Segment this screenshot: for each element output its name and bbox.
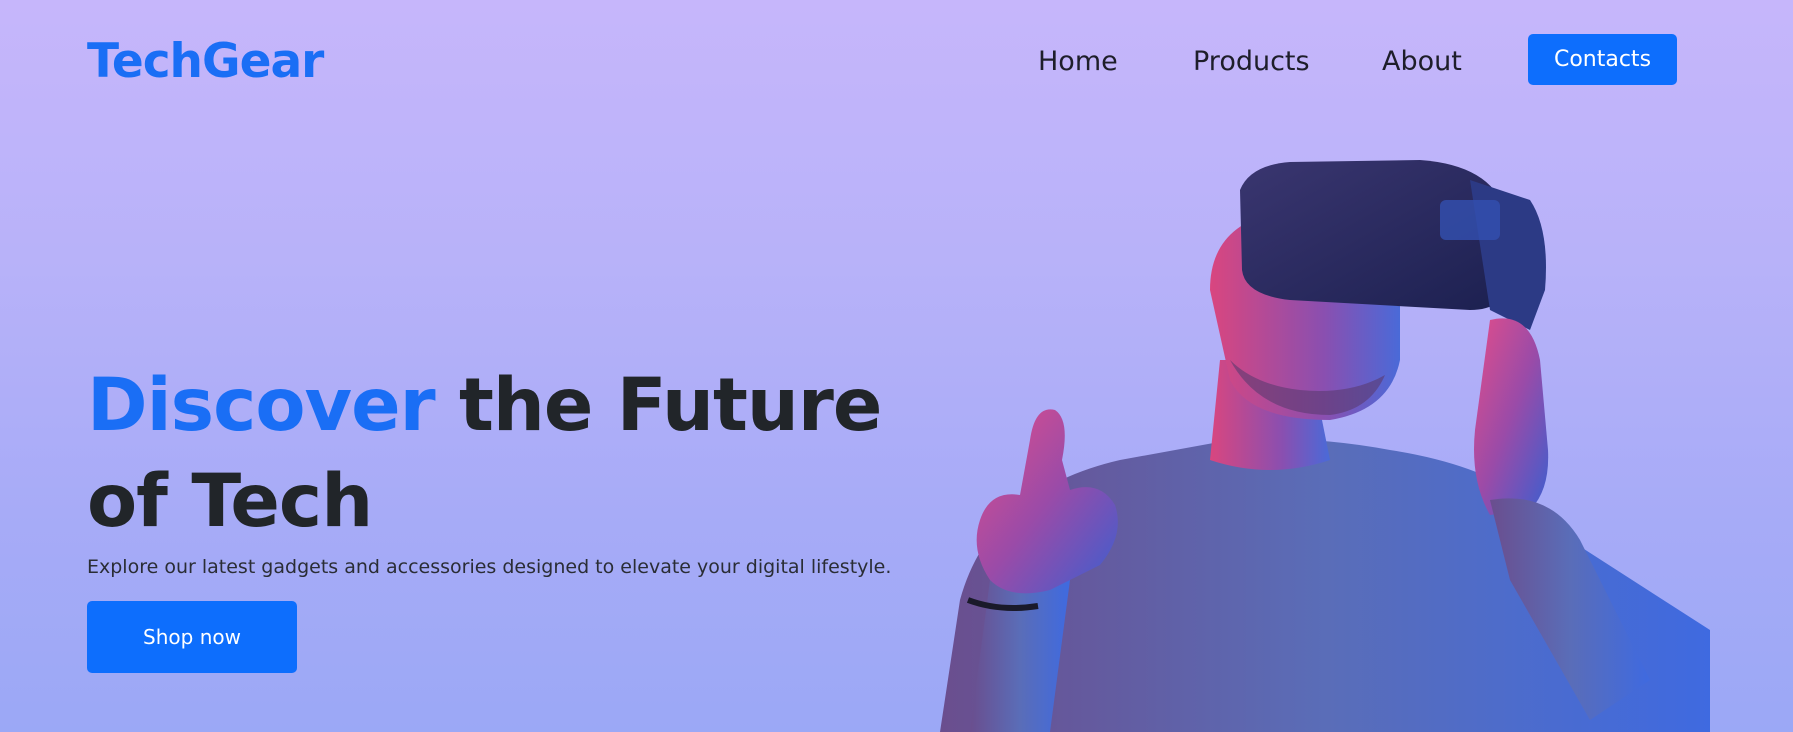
contacts-button[interactable]: Contacts — [1528, 34, 1677, 85]
nav-link-products[interactable]: Products — [1193, 44, 1310, 80]
navbar: TechGear Home Products About Contacts — [0, 0, 1793, 120]
hero-title-accent: Discover — [87, 363, 436, 448]
nav-link-about[interactable]: About — [1382, 44, 1462, 80]
brand-logo[interactable]: TechGear — [87, 34, 324, 90]
nav-link-home[interactable]: Home — [1038, 44, 1118, 80]
hero-title: Discover the Future of Tech — [87, 358, 907, 550]
hero-subtitle: Explore our latest gadgets and accessori… — [87, 556, 892, 578]
shop-now-button[interactable]: Shop now — [87, 601, 297, 673]
vr-person-image — [940, 160, 1710, 732]
